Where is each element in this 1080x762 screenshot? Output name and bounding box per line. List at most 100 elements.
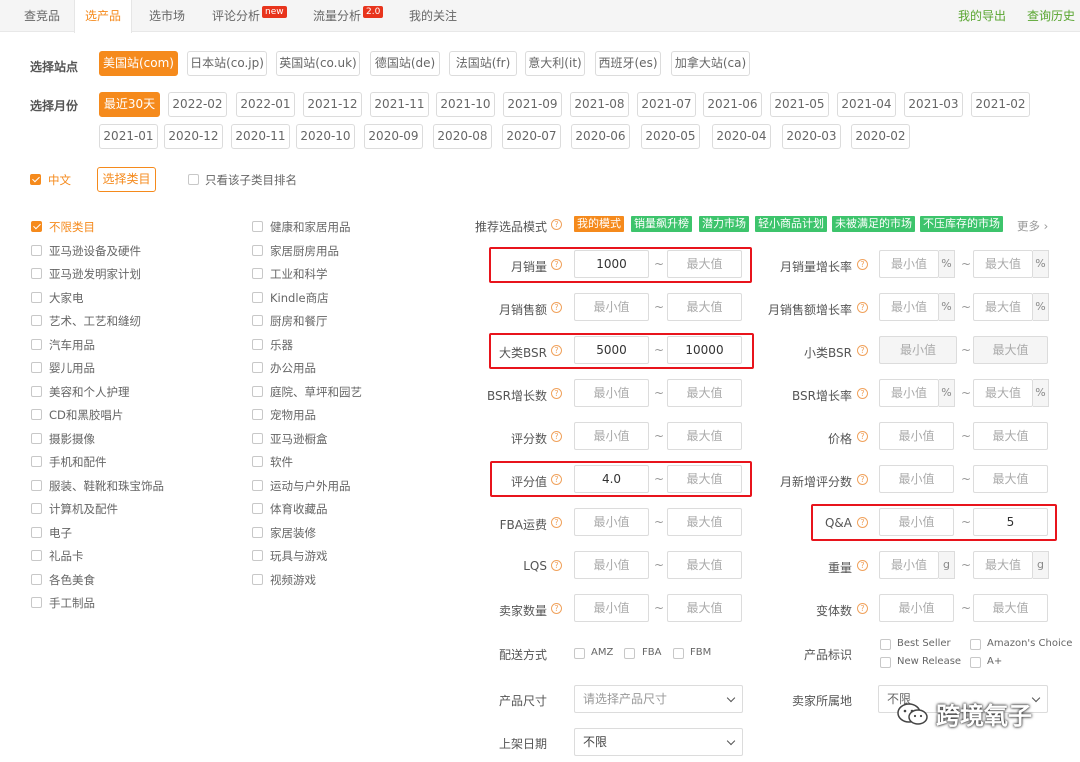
category-checkbox[interactable]: [252, 573, 263, 585]
category-checkbox[interactable]: [252, 221, 263, 232]
category-checkbox[interactable]: [31, 456, 42, 467]
best-seller-checkbox[interactable]: [880, 639, 891, 650]
tab-competitor[interactable]: 查竞品: [24, 0, 60, 32]
min-input[interactable]: 最小值: [879, 551, 939, 579]
category-checkbox[interactable]: [252, 268, 263, 279]
amz-checkbox[interactable]: [574, 648, 585, 659]
month-option[interactable]: 2021-04: [837, 92, 896, 117]
category-checkbox[interactable]: [31, 385, 42, 397]
site-option[interactable]: 西班牙(es): [595, 51, 661, 76]
category-checkbox[interactable]: [252, 362, 263, 373]
help-icon[interactable]: ?: [551, 517, 562, 528]
mode-tag[interactable]: 潜力市场: [699, 216, 749, 232]
max-input[interactable]: 最大值: [973, 250, 1033, 278]
month-option[interactable]: 2020-03: [782, 124, 841, 149]
tab-traffic-analysis[interactable]: 流量分析 2.0: [313, 0, 384, 32]
min-input[interactable]: 最小值: [574, 293, 649, 321]
month-option[interactable]: 2021-01: [99, 124, 158, 149]
category-checkbox[interactable]: [252, 550, 263, 561]
help-icon[interactable]: ?: [857, 345, 868, 356]
month-option[interactable]: 2020-08: [433, 124, 492, 149]
aplus-checkbox[interactable]: [970, 657, 981, 668]
tab-market[interactable]: 选市场: [149, 0, 185, 32]
mode-tag[interactable]: 未被满足的市场: [832, 216, 915, 232]
category-checkbox[interactable]: [252, 244, 263, 256]
category-checkbox[interactable]: [252, 456, 263, 467]
category-checkbox[interactable]: [31, 362, 42, 373]
category-checkbox[interactable]: [252, 409, 263, 420]
mode-tag[interactable]: 销量飙升榜: [631, 216, 692, 232]
month-option[interactable]: 2021-08: [570, 92, 629, 117]
site-option[interactable]: 法国站(fr): [449, 51, 517, 76]
month-option[interactable]: 2020-05: [641, 124, 700, 149]
mode-tag[interactable]: 不压库存的市场: [920, 216, 1003, 232]
category-checkbox[interactable]: [252, 432, 263, 444]
category-checkbox[interactable]: [252, 338, 263, 350]
category-checkbox[interactable]: [31, 244, 42, 256]
help-icon[interactable]: ?: [551, 431, 562, 442]
category-checkbox[interactable]: [31, 315, 42, 326]
min-input[interactable]: 最小值: [574, 551, 649, 579]
max-input[interactable]: 最大值: [667, 379, 742, 407]
site-option[interactable]: 日本站(co.jp): [187, 51, 267, 76]
listing-date-select[interactable]: 不限: [574, 728, 743, 756]
month-option[interactable]: 2021-05: [770, 92, 829, 117]
month-option[interactable]: 2021-06: [703, 92, 762, 117]
max-input[interactable]: 最大值: [667, 422, 742, 450]
category-checkbox[interactable]: [31, 338, 42, 350]
help-icon[interactable]: ?: [551, 302, 562, 313]
help-icon[interactable]: ?: [551, 603, 562, 614]
site-option[interactable]: 美国站(com): [99, 51, 178, 76]
chinese-checkbox[interactable]: [30, 174, 41, 185]
min-input[interactable]: 最小值: [879, 422, 954, 450]
site-option[interactable]: 英国站(co.uk): [276, 51, 360, 76]
category-checkbox[interactable]: [31, 573, 42, 585]
max-input[interactable]: 最大值: [973, 551, 1033, 579]
category-checkbox[interactable]: [252, 291, 263, 303]
min-input[interactable]: 最小值: [879, 250, 939, 278]
tab-review-analysis[interactable]: 评论分析 new: [212, 0, 287, 32]
month-option[interactable]: 2022-02: [168, 92, 227, 117]
query-history-link[interactable]: 查询历史: [1027, 0, 1075, 32]
category-checkbox[interactable]: [252, 526, 263, 538]
help-icon[interactable]: ?: [551, 219, 562, 230]
max-input[interactable]: 最大值: [973, 465, 1048, 493]
category-checkbox[interactable]: [31, 503, 42, 514]
month-option[interactable]: 2020-04: [712, 124, 771, 149]
only-sub-checkbox[interactable]: [188, 174, 199, 185]
min-input[interactable]: 最小值: [879, 465, 954, 493]
month-option[interactable]: 2020-09: [364, 124, 423, 149]
min-input[interactable]: 最小值: [879, 594, 954, 622]
help-icon[interactable]: ?: [857, 388, 868, 399]
min-input[interactable]: 最小值: [574, 379, 649, 407]
new-release-checkbox[interactable]: [880, 657, 891, 668]
size-select[interactable]: 请选择产品尺寸: [574, 685, 743, 713]
min-input[interactable]: 最小值: [879, 379, 939, 407]
min-input[interactable]: 最小值: [574, 594, 649, 622]
month-option[interactable]: 2021-11: [370, 92, 429, 117]
site-option[interactable]: 加拿大站(ca): [671, 51, 750, 76]
help-icon[interactable]: ?: [551, 388, 562, 399]
category-checkbox[interactable]: [31, 479, 42, 491]
help-icon[interactable]: ?: [857, 431, 868, 442]
month-option[interactable]: 2020-12: [164, 124, 223, 149]
month-option[interactable]: 2020-02: [851, 124, 910, 149]
month-option[interactable]: 2021-02: [971, 92, 1030, 117]
mode-tag[interactable]: 我的模式: [574, 216, 624, 232]
site-option[interactable]: 意大利(it): [525, 51, 585, 76]
help-icon[interactable]: ?: [857, 560, 868, 571]
my-export-link[interactable]: 我的导出: [958, 0, 1006, 32]
help-icon[interactable]: ?: [551, 560, 562, 571]
month-option[interactable]: 2021-12: [303, 92, 362, 117]
max-input[interactable]: 最大值: [973, 293, 1033, 321]
max-input[interactable]: 最大值: [973, 379, 1033, 407]
max-input[interactable]: 最大值: [667, 293, 742, 321]
month-option[interactable]: 2022-01: [236, 92, 295, 117]
min-input[interactable]: 最小值: [574, 508, 649, 536]
category-checkbox[interactable]: [31, 291, 42, 303]
min-input[interactable]: 最小值: [879, 293, 939, 321]
amazons-choice-checkbox[interactable]: [970, 639, 981, 650]
min-input[interactable]: 最小值: [879, 336, 957, 364]
category-checkbox[interactable]: [31, 432, 42, 444]
category-checkbox[interactable]: [31, 409, 42, 420]
